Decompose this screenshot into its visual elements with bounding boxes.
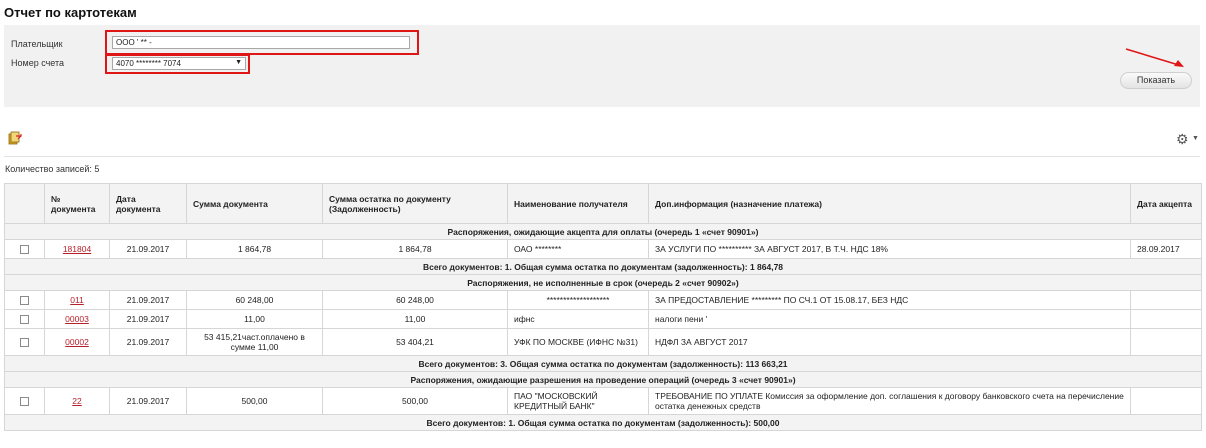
account-label: Номер счета (11, 58, 65, 68)
doc-date: 21.09.2017 (109, 309, 187, 329)
row-checkbox[interactable] (20, 245, 29, 255)
group-title: Распоряжения, ожидающие разрешения на пр… (4, 371, 1202, 388)
col-select (4, 183, 45, 224)
page-title: Отчет по картотекам (4, 5, 137, 20)
show-button[interactable]: Показать (1120, 72, 1192, 89)
group-total: Всего документов: 1. Общая сумма остатка… (4, 414, 1202, 431)
table-row: 00002 21.09.2017 53 415,21част.оплачено … (4, 328, 1202, 356)
doc-date: 21.09.2017 (109, 328, 187, 356)
col-doc-date[interactable]: Дата документа (109, 183, 187, 224)
table-row: 181804 21.09.2017 1 864,78 1 864,78 ОАО … (4, 239, 1202, 259)
recipient: ОАО ******** (507, 239, 649, 259)
payer-label: Плательщик (11, 39, 63, 49)
payment-info: ЗА УСЛУГИ ПО ********** ЗА АВГУСТ 2017, … (648, 239, 1131, 259)
payment-info: налоги пени ' (648, 309, 1131, 329)
doc-date: 21.09.2017 (109, 387, 187, 415)
doc-amount: 1 864,78 (186, 239, 323, 259)
doc-number-link[interactable]: 181804 (63, 244, 91, 254)
doc-amount: 53 415,21част.оплачено в сумме 11,00 (186, 328, 323, 356)
group-total-row: Всего документов: 3. Общая сумма остатка… (4, 355, 1202, 372)
group-total-row: Всего документов: 1. Общая сумма остатка… (4, 414, 1202, 431)
table-row: 00003 21.09.2017 11,00 11,00 ифнс налоги… (4, 309, 1202, 329)
doc-remainder: 500,00 (322, 387, 508, 415)
row-checkbox[interactable] (20, 296, 29, 306)
group-total: Всего документов: 1. Общая сумма остатка… (4, 258, 1202, 275)
filter-panel: Плательщик ООО ' ** - Номер счета 4070 *… (4, 25, 1200, 107)
accept-date (1130, 328, 1202, 356)
payment-info: ЗА ПРЕДОСТАВЛЕНИЕ ********* ПО СЧ.1 ОТ 1… (648, 290, 1131, 310)
col-accept-date[interactable]: Дата акцепта (1130, 183, 1202, 224)
col-info[interactable]: Доп.информация (назначение платежа) (648, 183, 1131, 224)
red-arrow-icon (1125, 48, 1184, 67)
col-doc-number[interactable]: № документа (44, 183, 110, 224)
doc-amount: 11,00 (186, 309, 323, 329)
doc-remainder: 1 864,78 (322, 239, 508, 259)
payment-info: НДФЛ ЗА АВГУСТ 2017 (648, 328, 1131, 356)
col-doc-amount[interactable]: Сумма документа (186, 183, 323, 224)
doc-amount: 500,00 (186, 387, 323, 415)
export-icon[interactable] (8, 131, 22, 145)
recipient: ифнс (507, 309, 649, 329)
col-remainder[interactable]: Сумма остатка по документу (Задолженност… (322, 183, 508, 224)
accept-date (1130, 309, 1202, 329)
record-count: Количество записей: 5 (5, 164, 100, 174)
doc-number-link[interactable]: 22 (72, 396, 81, 406)
recipient: УФК ПО МОСКВЕ (ИФНС №31) (507, 328, 649, 356)
group-title: Распоряжения, ожидающие акцепта для опла… (4, 223, 1202, 240)
group-total-row: Всего документов: 1. Общая сумма остатка… (4, 258, 1202, 275)
accept-date (1130, 290, 1202, 310)
doc-number-link[interactable]: 00003 (65, 314, 89, 324)
group-header-row: Распоряжения, не исполненные в срок (оче… (4, 274, 1202, 291)
report-table: № документа Дата документа Сумма докумен… (4, 183, 1202, 431)
divider (4, 156, 1200, 157)
row-checkbox[interactable] (20, 338, 29, 348)
recipient: ПАО "МОСКОВСКИЙ КРЕДИТНЫЙ БАНК" (507, 387, 649, 415)
payment-info: ТРЕБОВАНИЕ ПО УПЛАТЕ Комиссия за оформле… (648, 387, 1131, 415)
doc-date: 21.09.2017 (109, 239, 187, 259)
group-header-row: Распоряжения, ожидающие акцепта для опла… (4, 223, 1202, 240)
doc-remainder: 11,00 (322, 309, 508, 329)
accept-date (1130, 387, 1202, 415)
chevron-down-icon[interactable]: ▼ (1192, 135, 1199, 142)
doc-number-link[interactable]: 011 (70, 295, 84, 305)
col-recipient[interactable]: Наименование получателя (507, 183, 649, 224)
accept-date: 28.09.2017 (1130, 239, 1202, 259)
row-checkbox[interactable] (20, 397, 29, 407)
table-row: 011 21.09.2017 60 248,00 60 248,00 *****… (4, 290, 1202, 310)
payer-highlight (105, 30, 419, 55)
group-header-row: Распоряжения, ожидающие разрешения на пр… (4, 371, 1202, 388)
gear-icon[interactable]: ⚙ (1176, 131, 1189, 148)
table-row: 22 21.09.2017 500,00 500,00 ПАО "МОСКОВС… (4, 387, 1202, 415)
doc-date: 21.09.2017 (109, 290, 187, 310)
row-checkbox[interactable] (20, 315, 29, 325)
group-total: Всего документов: 3. Общая сумма остатка… (4, 355, 1202, 372)
account-highlight (105, 54, 250, 74)
doc-remainder: 60 248,00 (322, 290, 508, 310)
doc-remainder: 53 404,21 (322, 328, 508, 356)
recipient: ******************* (507, 290, 649, 310)
group-title: Распоряжения, не исполненные в срок (оче… (4, 274, 1202, 291)
doc-number-link[interactable]: 00002 (65, 337, 89, 347)
table-header-row: № документа Дата документа Сумма докумен… (4, 183, 1202, 224)
doc-amount: 60 248,00 (186, 290, 323, 310)
